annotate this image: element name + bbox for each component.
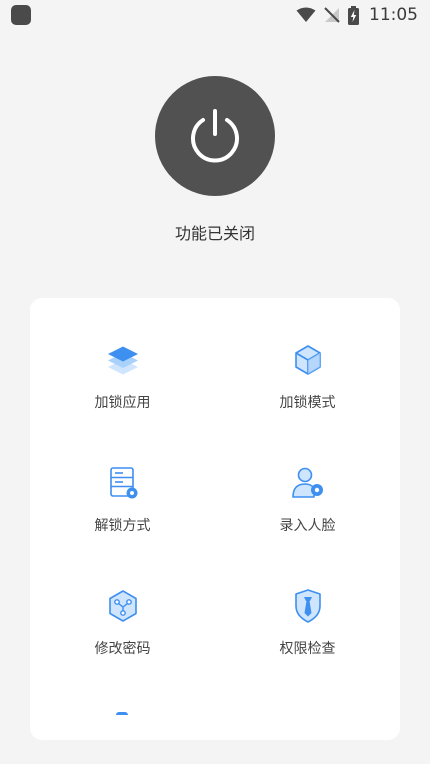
menu-item-unlock-method[interactable]: 解锁方式 <box>30 465 215 535</box>
no-signal-icon <box>324 7 340 23</box>
menu-item-label: 权限检查 <box>279 641 336 657</box>
menu-item-label: 解锁方式 <box>94 518 151 534</box>
power-status-label: 功能已关闭 <box>174 224 255 243</box>
status-bar: 11:05 <box>0 0 430 30</box>
menu-item-label: 修改密码 <box>94 641 151 657</box>
shield-tie-icon <box>294 589 321 623</box>
status-icons: 11:05 <box>296 4 418 26</box>
menu-item-lock-mode[interactable]: 加锁模式 <box>215 342 400 412</box>
menu-item-label: 加锁应用 <box>94 395 151 411</box>
feature-menu-card: 加锁应用 加锁模式 解锁方式 录入人脸 修改密码 权限检查 <box>30 298 400 740</box>
server-settings-icon <box>109 467 137 499</box>
power-icon <box>191 109 239 163</box>
cube-icon <box>294 345 321 375</box>
menu-item-enroll-face[interactable]: 录入人脸 <box>215 465 400 535</box>
wifi-icon <box>296 7 316 22</box>
menu-item-label: 加锁模式 <box>279 395 336 411</box>
app-notification-icon <box>11 5 31 25</box>
menu-item-permission-check[interactable]: 权限检查 <box>215 588 400 658</box>
user-settings-icon <box>291 467 323 498</box>
key-cube-icon <box>108 590 137 622</box>
battery-charging-icon <box>348 5 359 25</box>
layers-icon <box>107 346 138 375</box>
status-time: 11:05 <box>369 5 418 25</box>
menu-item-lock-apps[interactable]: 加锁应用 <box>30 342 215 412</box>
next-item-icon-peek <box>116 712 128 715</box>
menu-item-label: 录入人脸 <box>279 518 336 534</box>
menu-item-change-password[interactable]: 修改密码 <box>30 588 215 658</box>
power-toggle-button[interactable] <box>155 76 275 196</box>
